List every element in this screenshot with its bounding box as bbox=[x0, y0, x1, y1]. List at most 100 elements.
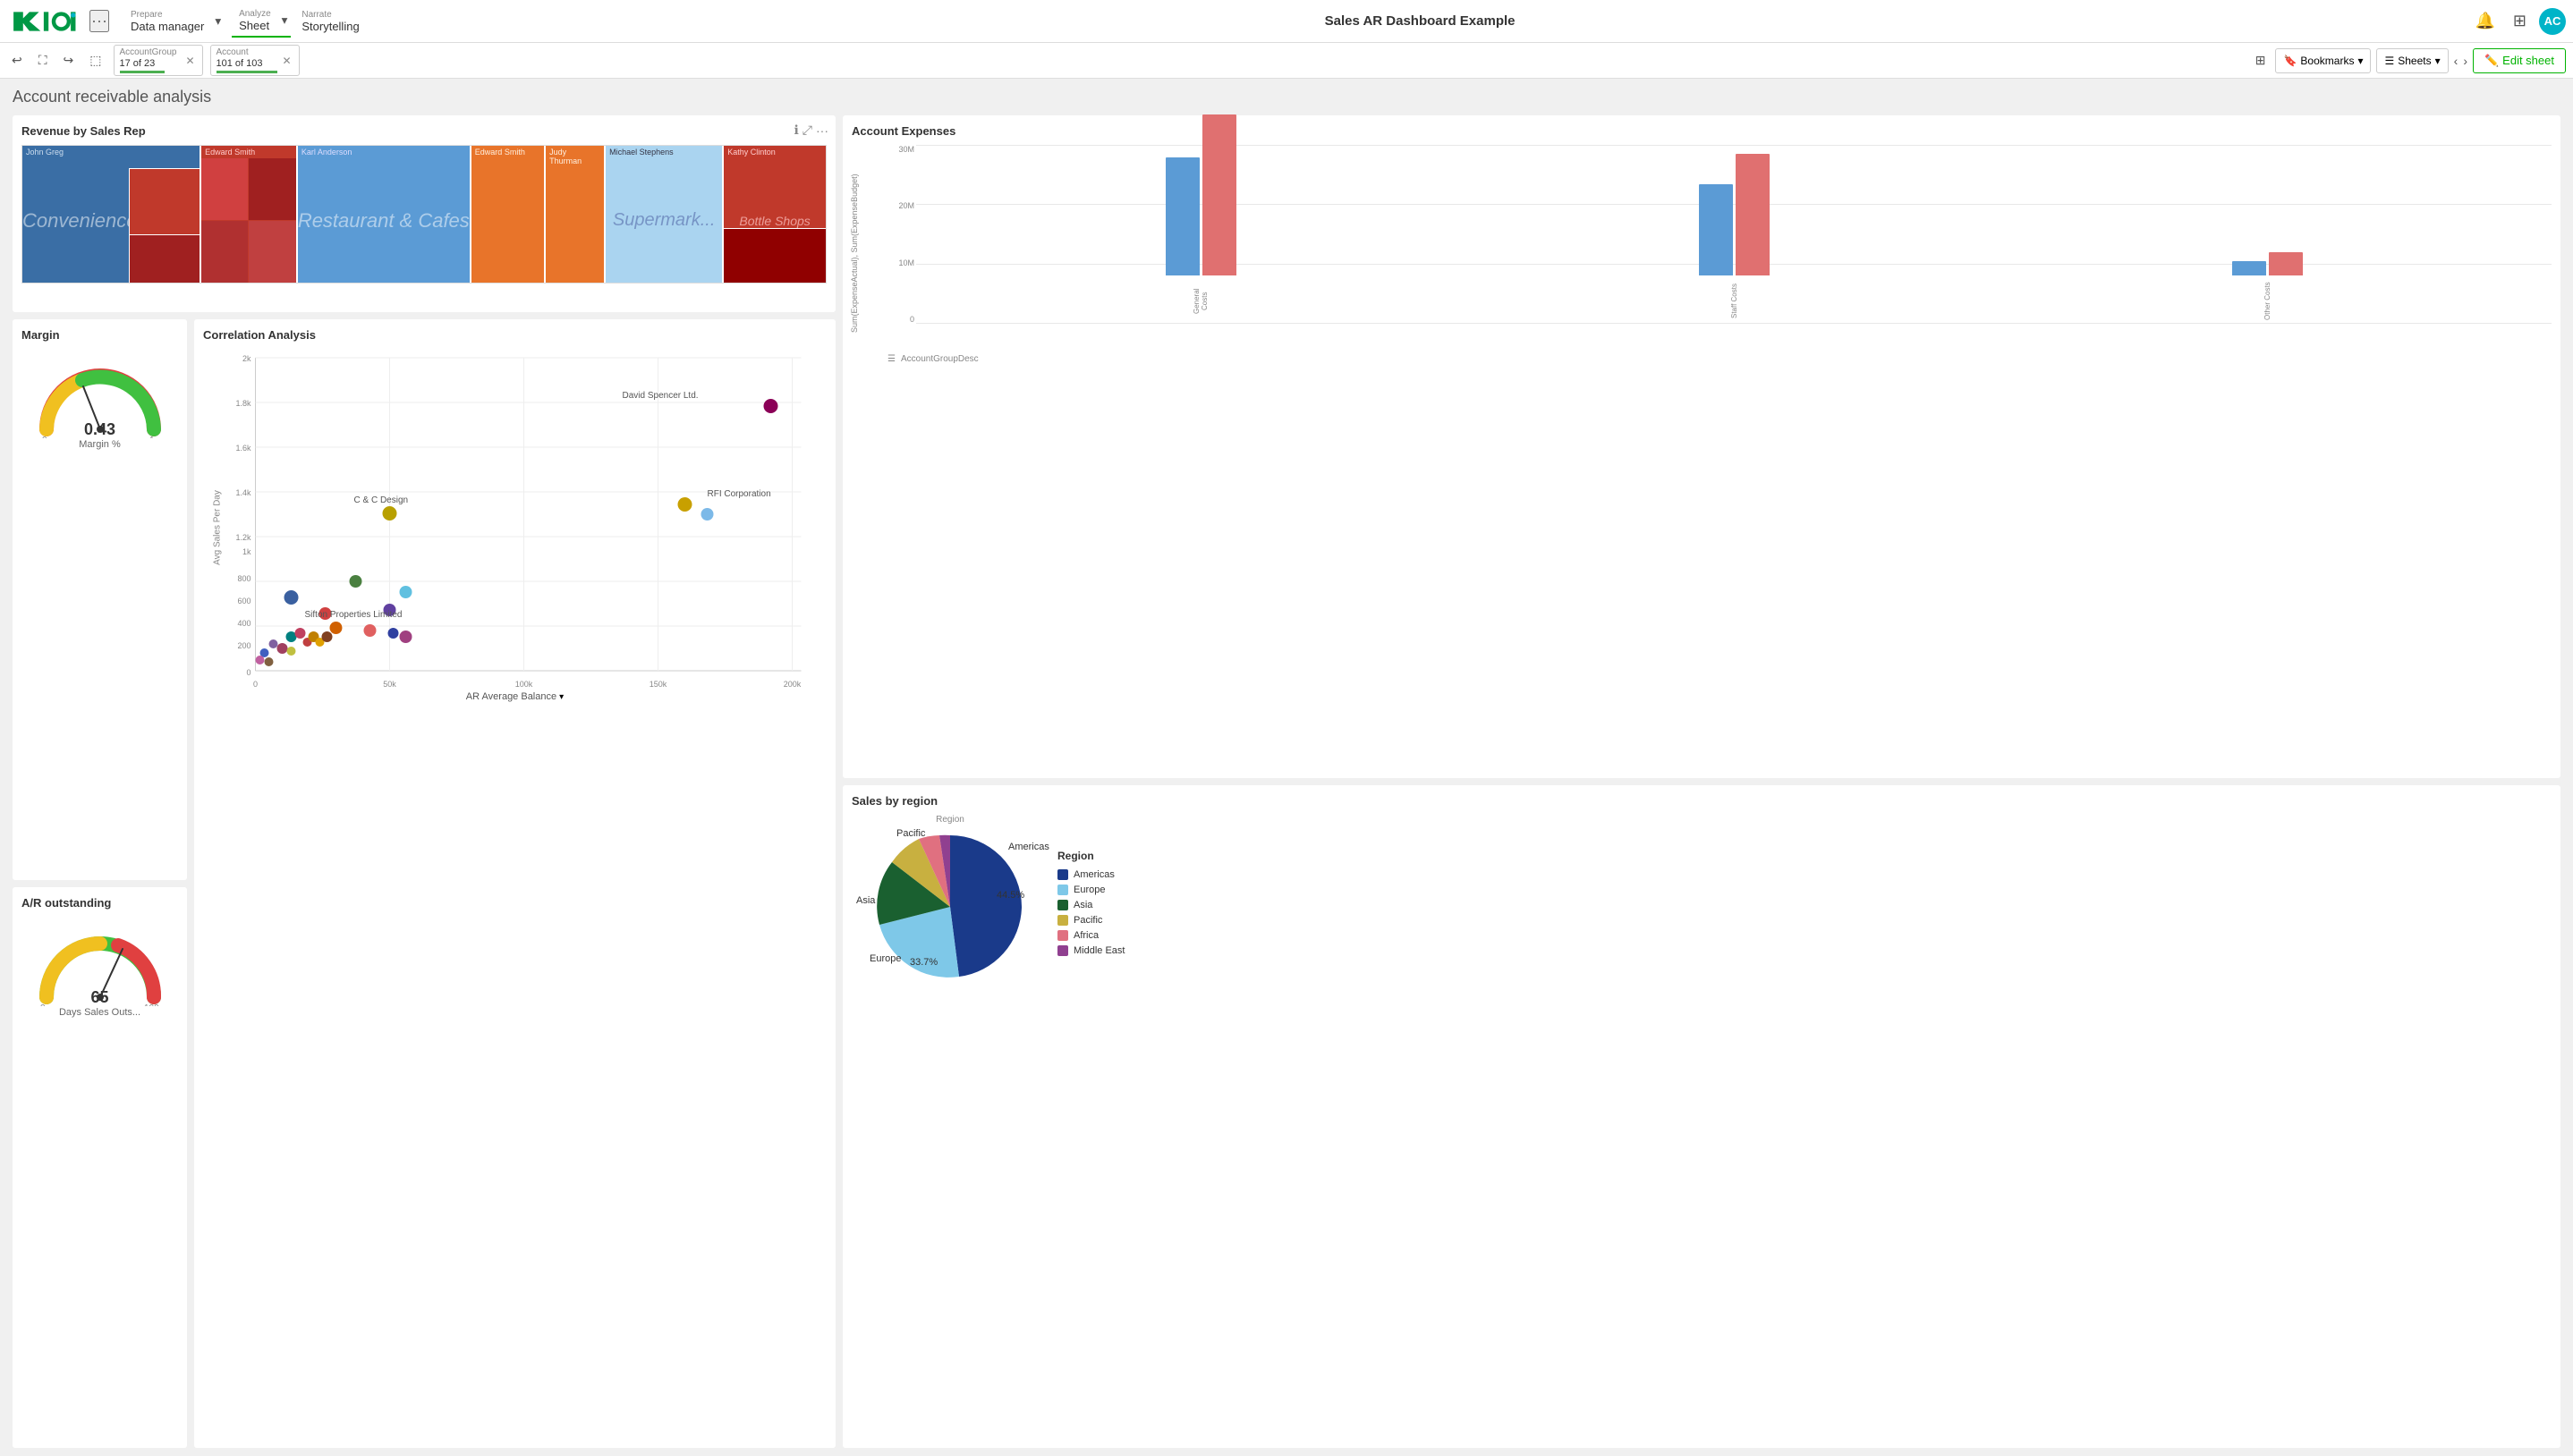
treemap-cat-label3: Supermark... bbox=[613, 210, 715, 231]
point-david-spencer[interactable] bbox=[764, 399, 778, 413]
next-sheet-button[interactable]: › bbox=[2463, 48, 2467, 73]
point-magenta1[interactable] bbox=[400, 631, 412, 643]
legend-swatch-africa bbox=[1057, 930, 1068, 941]
point-khaki1[interactable] bbox=[265, 657, 274, 666]
treemap-rep-label2: Edward Smith bbox=[201, 146, 296, 158]
x-tick-50k: 50k bbox=[383, 680, 396, 689]
treemap-segment-edward-orange[interactable]: Edward Smith bbox=[471, 146, 546, 283]
bar-group-general: General Costs bbox=[1166, 114, 1236, 324]
grid-icon[interactable]: ⊞ bbox=[2508, 8, 2532, 34]
bell-icon[interactable]: 🔔 bbox=[2469, 8, 2500, 34]
treemap-subcell3 bbox=[201, 158, 248, 220]
bookmarks-button[interactable]: 🔖 Bookmarks ▾ bbox=[2275, 48, 2371, 73]
ar-card: A/R outstanding 0 bbox=[13, 887, 187, 1448]
edit-sheet-button[interactable]: ✏️ Edit sheet bbox=[2473, 48, 2566, 73]
narrate-nav[interactable]: Narrate Storytelling bbox=[294, 6, 366, 37]
legend-swatch-middleeast bbox=[1057, 945, 1068, 956]
page-title: Account receivable analysis bbox=[13, 88, 2560, 106]
account-group-close[interactable]: ✕ bbox=[183, 55, 196, 67]
point-lime1[interactable] bbox=[287, 647, 296, 656]
account-close[interactable]: ✕ bbox=[280, 55, 293, 67]
x-tick-200k: 200k bbox=[784, 680, 802, 689]
bar-pair-general bbox=[1166, 114, 1236, 275]
avatar[interactable]: AC bbox=[2539, 8, 2566, 35]
expenses-bars: General Costs Staff Costs bbox=[916, 145, 2552, 324]
account-chip-value: 101 of 103 bbox=[217, 58, 281, 69]
x-tick-100k: 100k bbox=[515, 680, 533, 689]
region-content: Region bbox=[852, 815, 2552, 990]
legend-swatch-pacific bbox=[1057, 915, 1068, 926]
point-blue1[interactable] bbox=[284, 590, 299, 605]
bar-label-other: Other Costs bbox=[2263, 279, 2272, 324]
gauge-yellow bbox=[47, 380, 82, 429]
legend-label: AccountGroupDesc bbox=[901, 354, 979, 364]
y-tick-1k: 1k bbox=[242, 547, 251, 556]
ar-title: A/R outstanding bbox=[21, 896, 178, 910]
account-chip[interactable]: Account 101 of 103 ✕ bbox=[210, 45, 300, 76]
treemap-segment-judy-thurman[interactable]: Judy Thurman bbox=[546, 146, 606, 283]
more-button[interactable]: ··· bbox=[89, 10, 109, 32]
point-blue2[interactable] bbox=[388, 628, 399, 639]
scatter-wrap: Avg Sales Per Day bbox=[203, 349, 827, 707]
revenue-expand-button[interactable]: ⤢ bbox=[802, 123, 812, 138]
undo-button[interactable]: ↩ bbox=[7, 50, 27, 71]
y-tick-10m: 10M bbox=[898, 258, 914, 267]
pie-label-americas: 44.5% bbox=[997, 890, 1024, 901]
point-cyan1[interactable] bbox=[400, 586, 412, 598]
prepare-label: Prepare bbox=[131, 10, 204, 20]
revenue-info-button[interactable]: ℹ bbox=[794, 123, 798, 138]
sheets-button[interactable]: ☰ Sheets ▾ bbox=[2376, 48, 2448, 73]
y-tick-1.8k: 1.8k bbox=[235, 399, 251, 408]
y-tick-800: 800 bbox=[237, 574, 251, 583]
account-group-bar bbox=[120, 71, 165, 73]
point-crimson1[interactable] bbox=[295, 628, 306, 639]
treemap-segment-edward-smith[interactable]: Edward Smith bbox=[201, 146, 298, 283]
revenue-treemap[interactable]: John Greg Convenience Stores Edward Smit… bbox=[21, 145, 827, 284]
bar-actual-general bbox=[1166, 157, 1200, 275]
edit-sheet-label: Edit sheet bbox=[2502, 54, 2554, 67]
expenses-y-ticks: 30M 20M 10M 0 bbox=[887, 145, 914, 324]
analyze-sub: Sheet bbox=[239, 19, 271, 32]
margin-card: Margin bbox=[13, 319, 187, 880]
point-sifton[interactable] bbox=[330, 622, 343, 634]
main-page: Account receivable analysis Revenue by S… bbox=[0, 79, 2573, 1456]
revenue-more-button[interactable]: ··· bbox=[816, 123, 828, 138]
y-tick-400: 400 bbox=[237, 619, 251, 628]
point-cc-design[interactable] bbox=[383, 506, 397, 521]
narrate-label: Narrate bbox=[301, 10, 359, 20]
y-tick-1.4k: 1.4k bbox=[235, 488, 251, 497]
point-pink1[interactable] bbox=[364, 624, 377, 637]
point-green1[interactable] bbox=[350, 575, 362, 588]
bar-budget-other bbox=[2269, 252, 2303, 275]
redo-button[interactable]: ↪ bbox=[59, 50, 79, 71]
treemap-segment-michael-stephens[interactable]: Michael Stephens Supermark... bbox=[606, 146, 724, 283]
legend-swatch-americas bbox=[1057, 869, 1068, 880]
point-near-rfi[interactable] bbox=[701, 508, 714, 521]
account-group-chip[interactable]: AccountGroup 17 of 23 ✕ bbox=[114, 45, 203, 76]
expand-button[interactable]: ⛶ bbox=[34, 50, 52, 71]
margin-gauge-wrap: 0 1 0.43 Margin % bbox=[21, 349, 178, 450]
treemap-subcell5 bbox=[201, 221, 248, 283]
point-rfi[interactable] bbox=[678, 497, 692, 512]
analyze-nav[interactable]: Analyze Sheet ▾ bbox=[232, 5, 291, 38]
point-brown1[interactable] bbox=[322, 631, 333, 642]
label-rfi: RFI Corporation bbox=[708, 489, 771, 499]
point-rose1[interactable] bbox=[277, 643, 288, 654]
prepare-dropdown[interactable]: ▾ bbox=[211, 11, 225, 32]
legend-asia: Asia bbox=[1057, 900, 1125, 910]
ar-value: 65 bbox=[59, 988, 140, 1007]
snapshot-button[interactable]: ⬚ bbox=[85, 50, 106, 71]
treemap-segment-john-greg[interactable]: John Greg Convenience Stores bbox=[22, 146, 201, 283]
treemap-segment-karl-anderson[interactable]: Karl Anderson Restaurant & Cafes bbox=[298, 146, 471, 283]
treemap-segment-kathy-clinton[interactable]: Kathy Clinton Bottle Shops bbox=[724, 146, 826, 283]
point-pink2[interactable] bbox=[256, 656, 265, 665]
left-panels: Margin bbox=[13, 319, 187, 1448]
bar-pair-staff bbox=[1699, 154, 1770, 275]
prev-sheet-button[interactable]: ‹ bbox=[2454, 48, 2458, 73]
grid-layout-icon[interactable]: ⊞ bbox=[2251, 48, 2271, 73]
point-lavender1[interactable] bbox=[269, 639, 278, 648]
analyze-dropdown[interactable]: ▾ bbox=[278, 10, 292, 31]
prepare-nav[interactable]: Prepare Data manager ▾ bbox=[123, 6, 225, 37]
treemap-subcell7 bbox=[724, 228, 826, 283]
scatter-x-dropdown[interactable]: ▾ bbox=[559, 692, 564, 702]
